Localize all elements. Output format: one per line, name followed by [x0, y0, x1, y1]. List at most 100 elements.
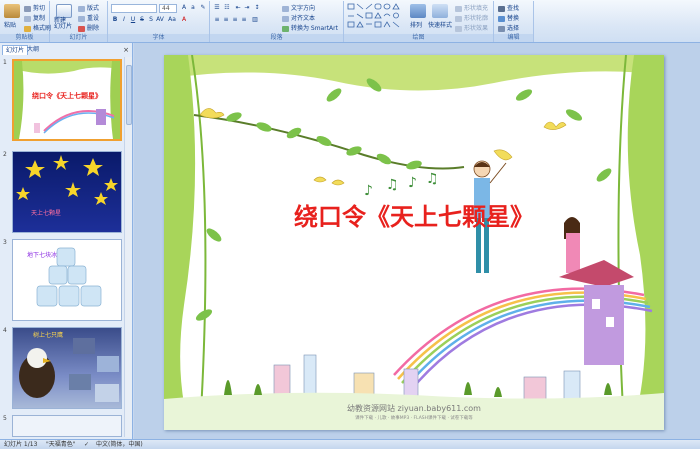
- align-text-icon: [282, 15, 289, 22]
- change-case-icon[interactable]: Aa: [168, 16, 176, 24]
- shape-effects-label: 形状效果: [464, 25, 489, 32]
- thumbnail-number: 1: [3, 59, 7, 66]
- replace-label: 替换: [507, 15, 520, 22]
- spell-check-icon[interactable]: ✓: [84, 440, 89, 449]
- slide-thumbnail-3[interactable]: 地下七块冰: [12, 239, 122, 321]
- clipboard-group: 粘贴 剪切 复制 格式刷 剪贴板: [0, 1, 51, 42]
- shape-outline-button[interactable]: 形状轮廓: [455, 13, 488, 22]
- thumbnail-row-1[interactable]: 1 绕口令《天上七颗星》: [0, 59, 124, 145]
- slides-group-label: 幻灯片: [50, 34, 107, 42]
- thumbnail-row-5[interactable]: 5: [0, 415, 124, 437]
- copy-button[interactable]: 复制: [24, 13, 45, 22]
- thumbnail-row-3[interactable]: 3 地下七块冰: [0, 239, 124, 325]
- delete-button[interactable]: 删除: [78, 23, 99, 32]
- delete-label: 删除: [87, 25, 100, 32]
- slide-title[interactable]: 绕口令《天上七颗星》: [264, 197, 564, 232]
- italic-icon[interactable]: I: [120, 16, 128, 24]
- drawing-group-label: 绘图: [344, 34, 493, 42]
- font-name-combo[interactable]: [111, 4, 157, 13]
- copy-label: 复制: [33, 15, 46, 22]
- quick-styles-button[interactable]: 快速样式: [428, 20, 452, 29]
- editing-group: 查找 替换 选择 编辑: [494, 1, 534, 42]
- replace-button[interactable]: 替换: [498, 13, 519, 22]
- ribbon: 粘贴 剪切 复制 格式刷 剪贴板 新建 幻灯片 版式 重设 删除 幻灯片 44 …: [0, 0, 700, 43]
- slide-thumbnail-5[interactable]: [12, 415, 122, 437]
- panel-close-icon[interactable]: ×: [123, 45, 129, 55]
- align-text-button[interactable]: 对齐文本: [282, 13, 315, 22]
- numbering-icon[interactable]: ☷: [223, 4, 231, 12]
- shapes-gallery[interactable]: [347, 3, 403, 33]
- slide-thumbnail-1[interactable]: 绕口令《天上七颗星》: [12, 59, 122, 141]
- underline-icon[interactable]: U: [129, 16, 137, 24]
- thumbnail-1-title: 绕口令《天上七颗星》: [32, 92, 102, 100]
- increase-indent-icon[interactable]: ⇥: [243, 4, 251, 12]
- layout-button[interactable]: 版式: [78, 3, 99, 12]
- find-button[interactable]: 查找: [498, 3, 519, 12]
- new-slide-icon[interactable]: [56, 4, 72, 18]
- svg-text:♫: ♫: [426, 171, 439, 187]
- slide-thumbnail-4[interactable]: 树上七只鹰: [12, 327, 122, 409]
- scissors-icon: [24, 5, 31, 12]
- cut-button[interactable]: 剪切: [24, 3, 45, 12]
- shape-outline-label: 形状轮廓: [464, 15, 489, 22]
- replace-icon: [498, 15, 505, 22]
- shrink-font-icon[interactable]: a: [189, 4, 197, 12]
- copy-icon: [24, 15, 31, 22]
- line-spacing-icon[interactable]: ↕: [253, 4, 261, 12]
- reset-label: 重设: [87, 15, 100, 22]
- font-color-icon[interactable]: A: [180, 16, 188, 24]
- align-right-icon[interactable]: ≡: [231, 16, 239, 24]
- paste-icon[interactable]: [4, 4, 20, 18]
- quick-styles-icon[interactable]: [432, 4, 448, 18]
- cut-label: 剪切: [33, 5, 46, 12]
- layout-icon: [78, 5, 85, 12]
- columns-icon[interactable]: ▥: [251, 16, 259, 24]
- slide-thumbnail-2[interactable]: 天上七颗星: [12, 151, 122, 233]
- bold-icon[interactable]: B: [111, 16, 119, 24]
- thumbnail-scrollbar[interactable]: [124, 57, 132, 437]
- shadow-icon[interactable]: S: [147, 16, 155, 24]
- select-button[interactable]: 选择: [498, 23, 519, 32]
- align-left-icon[interactable]: ≡: [213, 16, 221, 24]
- arrange-icon[interactable]: [410, 4, 426, 18]
- font-size-combo[interactable]: 44: [159, 4, 177, 13]
- grow-font-icon[interactable]: A: [180, 4, 188, 12]
- font-group-label: 字体: [108, 34, 209, 42]
- watermark-subtext: 课件下载 · 儿歌 · 故事MP3 · FLASH课件下载 · 试卷下载等: [355, 416, 473, 421]
- thumbnail-row-4[interactable]: 4 树上七只鹰: [0, 327, 124, 413]
- text-direction-button[interactable]: 文字方向: [282, 3, 315, 12]
- tab-outline[interactable]: 大纲: [24, 45, 42, 55]
- strikethrough-icon[interactable]: S: [138, 16, 146, 24]
- language-status: 中文(简体，中国): [96, 441, 143, 448]
- spacing-icon[interactable]: AV: [156, 16, 164, 24]
- align-center-icon[interactable]: ≡: [222, 16, 230, 24]
- shape-fill-button[interactable]: 形状填充: [455, 3, 488, 12]
- panel-tabs: 幻灯片 大纲 ×: [0, 45, 133, 55]
- arrange-button[interactable]: 排列: [410, 20, 422, 29]
- new-slide-button[interactable]: 新建 幻灯片: [54, 18, 72, 30]
- reset-button[interactable]: 重设: [78, 13, 99, 22]
- thumbnail-2-title: 天上七颗星: [31, 210, 62, 217]
- decrease-indent-icon[interactable]: ⇤: [234, 4, 242, 12]
- scrollbar-thumb[interactable]: [126, 65, 132, 125]
- shape-effects-button[interactable]: 形状效果: [455, 23, 488, 32]
- paste-button[interactable]: 粘贴: [4, 20, 16, 29]
- slide-canvas[interactable]: ♪ ♫ ♪ ♫ 绕口令《天上七颗星》 幼教资源网站 ziyuan.baby611…: [164, 55, 664, 430]
- clear-format-icon[interactable]: ✎: [199, 4, 207, 12]
- thumbnail-row-2[interactable]: 2 天上七颗星: [0, 151, 124, 237]
- paragraph-group-label: 段落: [210, 34, 343, 42]
- thumbnail-number: 5: [3, 415, 7, 422]
- format-painter-button[interactable]: 格式刷: [24, 23, 51, 32]
- thumbnail-number: 4: [3, 327, 7, 334]
- slide-thumbnail-panel: 幻灯片 大纲 × 1 绕口令《天上七颗星》 2 天上七颗星 3 地下七块冰 4 …: [0, 43, 133, 439]
- outline-icon: [455, 15, 462, 22]
- slide-background-art: ♪ ♫ ♪ ♫: [164, 55, 664, 430]
- font-group: 44 A a ✎ B I U S S AV Aa A 字体: [108, 1, 210, 42]
- bullets-icon[interactable]: ☰: [213, 4, 221, 12]
- justify-icon[interactable]: ≡: [240, 16, 248, 24]
- smartart-button[interactable]: 转换为 SmartArt: [282, 23, 338, 32]
- align-text-label: 对齐文本: [291, 15, 316, 22]
- clipboard-group-label: 剪贴板: [0, 34, 49, 42]
- thumbnail-4-eagles: [19, 338, 119, 402]
- binoculars-icon: [498, 5, 505, 12]
